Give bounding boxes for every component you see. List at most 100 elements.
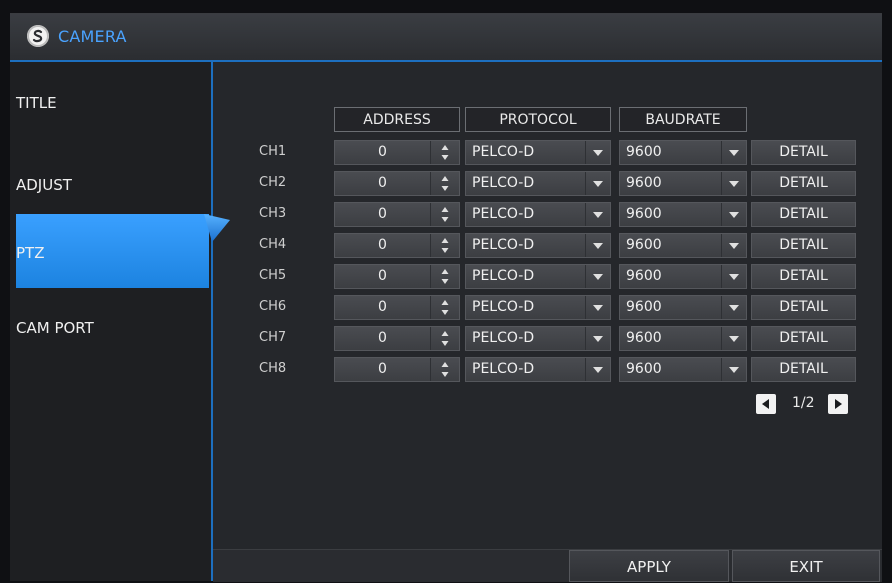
address-stepper[interactable]: 0 <box>334 171 460 196</box>
channel-label: CH2 <box>259 175 287 190</box>
detail-button[interactable]: DETAIL <box>751 233 856 258</box>
address-stepper[interactable]: 0 <box>334 202 460 227</box>
detail-button[interactable]: DETAIL <box>751 264 856 289</box>
sidebar: TITLE ADJUST PTZ CAM PORT <box>10 62 213 581</box>
protocol-select[interactable]: PELCO-D <box>465 140 611 165</box>
protocol-value: PELCO-D <box>472 144 535 160</box>
baudrate-select[interactable]: 9600 <box>619 326 747 351</box>
chevron-down-icon[interactable] <box>721 358 746 381</box>
protocol-select[interactable]: PELCO-D <box>465 264 611 289</box>
address-stepper[interactable]: 0 <box>334 233 460 258</box>
address-value: 0 <box>378 361 387 377</box>
chevron-down-icon[interactable] <box>585 141 610 164</box>
chevron-down-icon[interactable] <box>585 358 610 381</box>
sidebar-item-label: CAM PORT <box>16 319 94 337</box>
header-baudrate: BAUDRATE <box>619 107 747 132</box>
chevron-down-icon[interactable] <box>721 203 746 226</box>
detail-button[interactable]: DETAIL <box>751 171 856 196</box>
baudrate-select[interactable]: 9600 <box>619 202 747 227</box>
exit-button[interactable]: EXIT <box>732 550 880 582</box>
address-value: 0 <box>378 299 387 315</box>
protocol-select[interactable]: PELCO-D <box>465 357 611 382</box>
baudrate-select[interactable]: 9600 <box>619 171 747 196</box>
baudrate-value: 9600 <box>626 144 662 160</box>
table-row: CH4 0 PELCO-D 9600 DETAIL <box>213 233 882 258</box>
chevron-down-icon[interactable] <box>721 234 746 257</box>
chevron-down-icon[interactable] <box>585 327 610 350</box>
spin-arrows-icon[interactable] <box>430 296 459 319</box>
table-row: CH3 0 PELCO-D 9600 DETAIL <box>213 202 882 227</box>
chevron-down-icon[interactable] <box>585 296 610 319</box>
apply-button[interactable]: APPLY <box>569 550 729 582</box>
address-value: 0 <box>378 268 387 284</box>
detail-button[interactable]: DETAIL <box>751 357 856 382</box>
chevron-down-icon[interactable] <box>721 172 746 195</box>
window-title: CAMERA <box>58 27 127 46</box>
address-stepper[interactable]: 0 <box>334 326 460 351</box>
spin-arrows-icon[interactable] <box>430 265 459 288</box>
spin-arrows-icon[interactable] <box>430 327 459 350</box>
chevron-down-icon[interactable] <box>721 141 746 164</box>
baudrate-value: 9600 <box>626 206 662 222</box>
camera-logo-icon <box>27 25 49 47</box>
detail-button[interactable]: DETAIL <box>751 202 856 227</box>
sidebar-item-ptz[interactable]: PTZ <box>16 214 209 288</box>
sidebar-item-label: PTZ <box>16 244 45 262</box>
spin-arrows-icon[interactable] <box>430 234 459 257</box>
protocol-select[interactable]: PELCO-D <box>465 295 611 320</box>
address-stepper[interactable]: 0 <box>334 295 460 320</box>
protocol-value: PELCO-D <box>472 206 535 222</box>
protocol-select[interactable]: PELCO-D <box>465 233 611 258</box>
protocol-value: PELCO-D <box>472 330 535 346</box>
channel-label: CH6 <box>259 299 287 314</box>
spin-arrows-icon[interactable] <box>430 172 459 195</box>
protocol-select[interactable]: PELCO-D <box>465 202 611 227</box>
protocol-select[interactable]: PELCO-D <box>465 326 611 351</box>
table-row: CH5 0 PELCO-D 9600 DETAIL <box>213 264 882 289</box>
protocol-select[interactable]: PELCO-D <box>465 171 611 196</box>
channel-label: CH5 <box>259 268 287 283</box>
chevron-down-icon[interactable] <box>585 172 610 195</box>
baudrate-value: 9600 <box>626 237 662 253</box>
chevron-down-icon[interactable] <box>585 234 610 257</box>
baudrate-value: 9600 <box>626 268 662 284</box>
spin-arrows-icon[interactable] <box>430 358 459 381</box>
baudrate-select[interactable]: 9600 <box>619 357 747 382</box>
baudrate-select[interactable]: 9600 <box>619 140 747 165</box>
address-stepper[interactable]: 0 <box>334 140 460 165</box>
detail-button[interactable]: DETAIL <box>751 295 856 320</box>
detail-button[interactable]: DETAIL <box>751 326 856 351</box>
channel-label: CH4 <box>259 237 287 252</box>
chevron-down-icon[interactable] <box>721 327 746 350</box>
protocol-value: PELCO-D <box>472 237 535 253</box>
protocol-value: PELCO-D <box>472 299 535 315</box>
table-row: CH1 0 PELCO-D 9600 DETAIL <box>213 140 882 165</box>
address-stepper[interactable]: 0 <box>334 264 460 289</box>
address-value: 0 <box>378 206 387 222</box>
baudrate-select[interactable]: 9600 <box>619 295 747 320</box>
baudrate-value: 9600 <box>626 361 662 377</box>
detail-button[interactable]: DETAIL <box>751 140 856 165</box>
address-value: 0 <box>378 144 387 160</box>
chevron-down-icon[interactable] <box>721 296 746 319</box>
chevron-down-icon[interactable] <box>721 265 746 288</box>
baudrate-value: 9600 <box>626 175 662 191</box>
spin-arrows-icon[interactable] <box>430 141 459 164</box>
spin-arrows-icon[interactable] <box>430 203 459 226</box>
sidebar-item-title[interactable]: TITLE <box>16 88 209 162</box>
next-page-button[interactable] <box>828 394 848 414</box>
baudrate-select[interactable]: 9600 <box>619 233 747 258</box>
bottom-bar: APPLY EXIT <box>213 549 882 582</box>
prev-page-button[interactable] <box>756 394 776 414</box>
chevron-down-icon[interactable] <box>585 203 610 226</box>
sidebar-item-cam-port[interactable]: CAM PORT <box>16 314 209 388</box>
address-value: 0 <box>378 237 387 253</box>
address-value: 0 <box>378 330 387 346</box>
channel-label: CH8 <box>259 361 287 376</box>
chevron-down-icon[interactable] <box>585 265 610 288</box>
title-bar: CAMERA <box>10 14 882 62</box>
table-row: CH6 0 PELCO-D 9600 DETAIL <box>213 295 882 320</box>
baudrate-select[interactable]: 9600 <box>619 264 747 289</box>
address-stepper[interactable]: 0 <box>334 357 460 382</box>
channel-label: CH1 <box>259 144 287 159</box>
